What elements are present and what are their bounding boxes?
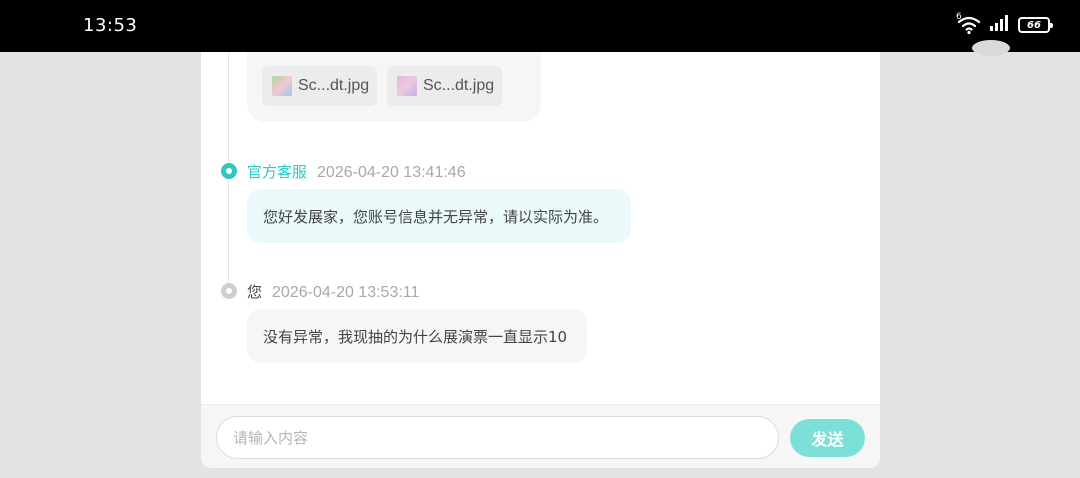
attachment-name: Sc...dt.jpg [423, 77, 495, 94]
message-timestamp: 2026-04-20 13:53:11 [272, 284, 420, 301]
image-thumbnail-icon [272, 76, 292, 96]
timeline-dot-agent [221, 163, 237, 179]
sender-name: 您 [247, 283, 263, 301]
signal-icon [990, 15, 1010, 35]
status-bar: 13:53 6 66 [0, 0, 1080, 52]
message-meta: 官方客服 2026-04-20 13:41:46 [247, 161, 466, 182]
wifi-badge: 6 [956, 12, 962, 22]
attachment-file[interactable]: Sc...dt.jpg [262, 66, 377, 106]
sender-name: 官方客服 [247, 163, 308, 181]
message-meta: 您 2026-04-20 13:53:11 [247, 281, 419, 302]
chat-panel: Sc...dt.jpg Sc...dt.jpg 官方客服 2026-04-20 … [201, 52, 880, 468]
message-timestamp: 2026-04-20 13:41:46 [317, 164, 466, 181]
attachment-file[interactable]: Sc...dt.jpg [387, 66, 502, 106]
timeline-dot-user [221, 283, 237, 299]
attachment-name: Sc...dt.jpg [298, 77, 370, 94]
image-thumbnail-icon [397, 76, 417, 96]
message-input[interactable] [216, 416, 779, 459]
floating-button-shadow [972, 40, 1010, 56]
composer-bar: 发送 [201, 404, 880, 468]
battery-level: 66 [1027, 19, 1041, 31]
wifi-icon: 6 [956, 12, 982, 35]
send-button[interactable]: 发送 [790, 419, 865, 457]
message-bubble-user: 没有异常，我现抽的为什么展演票一直显示10 [247, 309, 587, 363]
attachment-message: Sc...dt.jpg Sc...dt.jpg [247, 52, 541, 122]
status-time: 13:53 [83, 15, 138, 36]
status-icons: 6 66 [956, 12, 1053, 35]
message-bubble-agent: 您好发展家，您账号信息并无异常，请以实际为准。 [247, 189, 631, 243]
battery-icon: 66 [1018, 17, 1053, 33]
